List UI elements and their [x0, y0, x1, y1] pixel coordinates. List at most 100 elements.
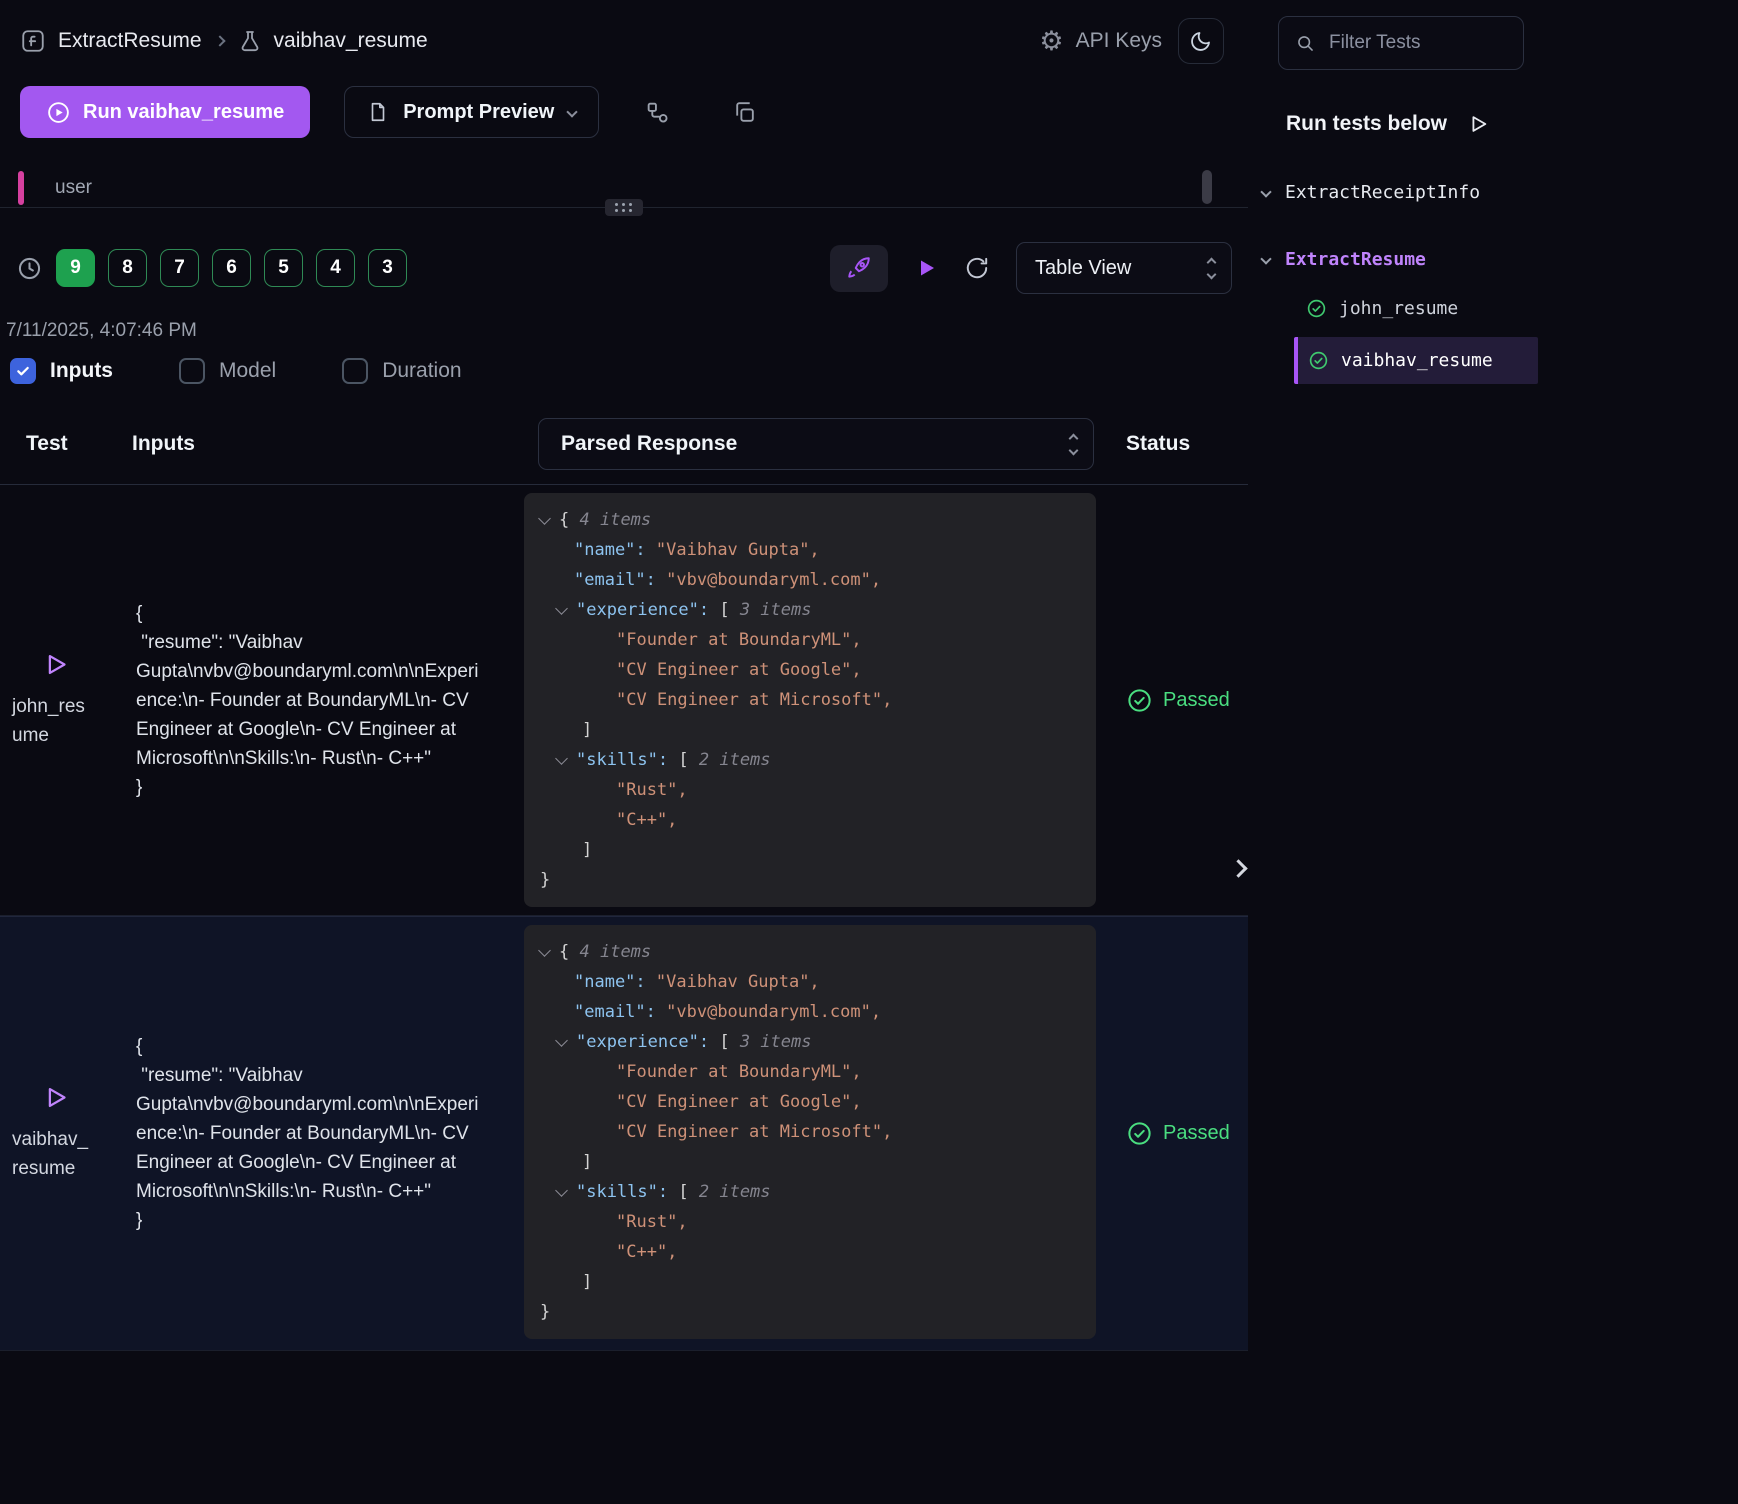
- theme-toggle-button[interactable]: [1178, 18, 1224, 64]
- status-cell: Passed: [1100, 485, 1248, 915]
- run-single-test-button[interactable]: [42, 1084, 69, 1111]
- api-keys-button[interactable]: ⚙ API Keys: [1039, 28, 1162, 55]
- checkbox-model[interactable]: Model: [179, 358, 276, 384]
- select-chevrons-icon: [1208, 259, 1215, 278]
- history-button[interactable]: [16, 255, 43, 282]
- table-row-vaibhav-resume: vaibhav_resume { "resume": "Vaibhav Gupt…: [0, 916, 1248, 1351]
- group-extract-receipt-info[interactable]: ExtractReceiptInfo: [1262, 182, 1738, 203]
- collapse-toggle-icon[interactable]: [538, 512, 551, 525]
- sidebar-test-john-resume[interactable]: john_resume: [1306, 298, 1738, 319]
- run-bar: 9 8 7 6 5 4 3: [16, 242, 1232, 294]
- test-cell: john_resume: [0, 485, 112, 915]
- status-badge: Passed: [1163, 1122, 1230, 1145]
- history-clock-icon: [16, 255, 43, 282]
- panel-resize-handle[interactable]: [605, 199, 643, 216]
- run-badge-6[interactable]: 6: [212, 249, 251, 287]
- api-keys-label: API Keys: [1076, 29, 1162, 53]
- check-circle-icon: [1306, 298, 1327, 319]
- inputs-cell: { "resume": "Vaibhav Gupta\nvbv@boundary…: [112, 485, 524, 915]
- run-all-button[interactable]: [914, 256, 938, 280]
- prompt-preview-dropdown[interactable]: Prompt Preview: [344, 86, 599, 138]
- play-icon: [914, 256, 938, 280]
- group-name: ExtractReceiptInfo: [1285, 182, 1480, 203]
- view-mode-select[interactable]: Table View: [1016, 242, 1232, 294]
- deploy-button[interactable]: [830, 245, 888, 292]
- run-button-label: Run vaibhav_resume: [83, 101, 284, 124]
- table-row-john-resume: john_resume { "resume": "Vaibhav Gupta\n…: [0, 485, 1248, 916]
- play-outline-icon: [1467, 113, 1489, 135]
- checkbox-model-label: Model: [219, 359, 276, 383]
- parsed-response-json: { 4 items "name": "Vaibhav Gupta", "emai…: [524, 493, 1096, 907]
- prompt-preview-label: Prompt Preview: [403, 101, 554, 124]
- column-filters: Inputs Model Duration: [10, 358, 1248, 384]
- horizontal-scrollbar-thumb[interactable]: [1202, 170, 1212, 204]
- run-badge-9[interactable]: 9: [56, 249, 95, 287]
- run-badge-7[interactable]: 7: [160, 249, 199, 287]
- checkbox-inputs[interactable]: Inputs: [10, 358, 113, 384]
- top-bar: ExtractResume vaibhav_resume ⚙ API Keys: [0, 0, 1248, 64]
- collapse-toggle-icon[interactable]: [555, 752, 568, 765]
- tests-sidebar: Filter Tests Run tests below ExtractRece…: [1248, 0, 1738, 1504]
- breadcrumb-root[interactable]: ExtractResume: [58, 29, 202, 53]
- check-circle-icon: [1308, 350, 1329, 371]
- header-test: Test: [0, 432, 112, 456]
- input-json-text: { "resume": "Vaibhav Gupta\nvbv@boundary…: [136, 1032, 488, 1235]
- flask-icon: [238, 29, 262, 53]
- play-circle-icon: [46, 100, 71, 125]
- gear-icon: ⚙: [1039, 28, 1063, 55]
- check-circle-icon: [1126, 1120, 1153, 1147]
- workflow-nodes-button[interactable]: [645, 100, 670, 125]
- filter-tests-input[interactable]: Filter Tests: [1278, 16, 1524, 70]
- refresh-button[interactable]: [964, 255, 990, 281]
- user-role-marker: [18, 171, 24, 205]
- prompt-role-label: user: [55, 177, 92, 199]
- copy-button[interactable]: [732, 100, 757, 125]
- check-circle-icon: [1126, 687, 1153, 714]
- search-icon: [1295, 33, 1316, 54]
- collapse-toggle-icon[interactable]: [538, 944, 551, 957]
- test-cell: vaibhav_resume: [0, 917, 112, 1350]
- collapse-toggle-icon[interactable]: [555, 602, 568, 615]
- run-test-button[interactable]: Run vaibhav_resume: [20, 86, 310, 138]
- parsed-response-cell: { 4 items "name": "Vaibhav Gupta", "emai…: [524, 917, 1100, 1350]
- collapse-toggle-icon[interactable]: [555, 1184, 568, 1197]
- top-bar-right: ⚙ API Keys: [1039, 18, 1224, 64]
- parsed-response-json: { 4 items "name": "Vaibhav Gupta", "emai…: [524, 925, 1096, 1339]
- checkbox-inputs-label: Inputs: [50, 359, 113, 383]
- run-badge-3[interactable]: 3: [368, 249, 407, 287]
- checkbox-duration[interactable]: Duration: [342, 358, 461, 384]
- chevron-down-icon: [1260, 186, 1271, 197]
- results-table-header: Test Inputs Parsed Response Status: [0, 418, 1248, 485]
- run-single-test-button[interactable]: [42, 651, 69, 678]
- run-history: 9 8 7 6 5 4 3: [16, 249, 407, 287]
- chevron-down-icon: [1260, 253, 1271, 264]
- run-badge-8[interactable]: 8: [108, 249, 147, 287]
- run-badge-4[interactable]: 4: [316, 249, 355, 287]
- run-timestamp: 7/11/2025, 4:07:46 PM: [6, 320, 1248, 342]
- unchecked-checkbox-icon: [342, 358, 368, 384]
- parsed-response-label: Parsed Response: [561, 432, 737, 456]
- run-tests-below-button[interactable]: Run tests below: [1286, 112, 1489, 136]
- refresh-icon: [964, 255, 990, 281]
- test-name: vaibhav_resume: [12, 1125, 92, 1183]
- actions-row: Run vaibhav_resume Prompt Preview: [20, 86, 1248, 138]
- expand-panel-button[interactable]: [1232, 862, 1245, 880]
- parsed-response-cell: { 4 items "name": "Vaibhav Gupta", "emai…: [524, 485, 1100, 915]
- run-bar-controls: Table View: [830, 242, 1232, 294]
- parsed-response-column-select[interactable]: Parsed Response: [538, 418, 1094, 470]
- test-name: john_resume: [12, 692, 92, 750]
- run-badge-5[interactable]: 5: [264, 249, 303, 287]
- status-cell: Passed: [1100, 917, 1248, 1350]
- collapse-toggle-icon[interactable]: [555, 1034, 568, 1047]
- group-extract-resume[interactable]: ExtractResume: [1262, 249, 1738, 270]
- sidebar-test-vaibhav-resume[interactable]: vaibhav_resume: [1294, 337, 1538, 384]
- view-mode-label: Table View: [1035, 257, 1131, 280]
- moon-icon: [1189, 29, 1213, 53]
- inputs-cell: { "resume": "Vaibhav Gupta\nvbv@boundary…: [112, 917, 524, 1350]
- run-tests-label: Run tests below: [1286, 112, 1447, 136]
- sidebar-test-name: john_resume: [1339, 298, 1458, 319]
- header-status: Status: [1100, 432, 1248, 456]
- rocket-icon: [846, 255, 872, 281]
- function-icon: [20, 28, 46, 54]
- filter-placeholder: Filter Tests: [1329, 32, 1421, 54]
